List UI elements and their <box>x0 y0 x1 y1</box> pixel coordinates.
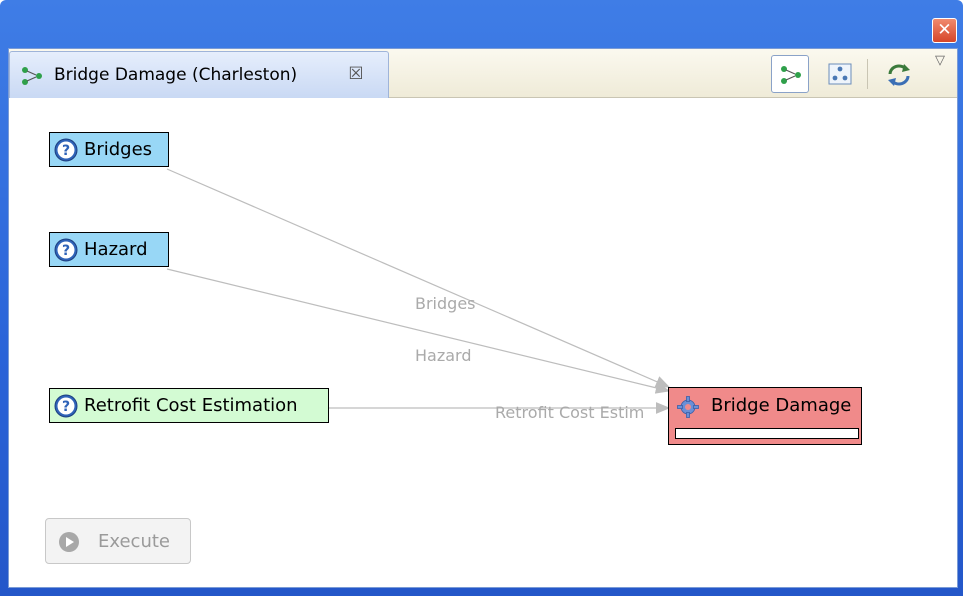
help-icon: ? <box>54 138 78 162</box>
view-menu-dropdown[interactable]: ▽ <box>929 53 951 71</box>
tree-layout-icon <box>828 63 852 85</box>
svg-text:?: ? <box>62 243 70 259</box>
execute-button[interactable]: Execute <box>45 518 191 564</box>
window-close-button[interactable]: ✕ <box>932 18 957 43</box>
graph-layout-button[interactable] <box>771 55 809 93</box>
svg-text:?: ? <box>62 143 70 159</box>
help-icon: ? <box>54 394 78 418</box>
refresh-button[interactable] <box>879 55 917 93</box>
tree-layout-button[interactable] <box>821 55 859 93</box>
edge-hazard <box>166 268 671 394</box>
node-label: Bridge Damage <box>711 395 852 416</box>
graph-canvas: Bridges Hazard Retrofit Cost Estim ? Bri… <box>9 99 957 587</box>
node-label: Bridges <box>84 139 153 160</box>
node-label: Retrofit Cost Estimation <box>84 395 298 416</box>
node-label: Hazard <box>84 239 148 260</box>
progress-bar <box>675 428 859 439</box>
toolbar-separator <box>867 59 868 89</box>
edge-label-bridges: Bridges <box>415 294 476 313</box>
tab-bar: Bridge Damage (Charleston) ☒ ▽ <box>9 49 957 98</box>
tab-bridge-damage[interactable]: Bridge Damage (Charleston) ☒ <box>9 51 389 98</box>
app-window: ✕ Bridge Damage (Charleston) ☒ ▽ Bridges… <box>0 0 963 596</box>
node-bridges[interactable]: ? Bridges <box>49 132 169 167</box>
node-hazard[interactable]: ? Hazard <box>49 232 169 267</box>
edge-label-hazard: Hazard <box>415 346 472 365</box>
tab-label: Bridge Damage (Charleston) <box>54 65 298 85</box>
graph-view-icon <box>22 67 42 85</box>
execute-label: Execute <box>98 531 170 552</box>
graph-edges <box>166 168 671 414</box>
play-icon <box>59 532 79 552</box>
tab-close-icon[interactable]: ☒ <box>346 64 366 84</box>
title-bar: ✕ <box>0 0 963 48</box>
edge-label-retrofit: Retrofit Cost Estim <box>495 403 645 422</box>
view-frame: Bridge Damage (Charleston) ☒ ▽ Bridges H… <box>8 48 958 588</box>
refresh-icon <box>888 64 910 86</box>
svg-text:?: ? <box>62 399 70 415</box>
node-retrofit-cost-estimation[interactable]: ? Retrofit Cost Estimation <box>49 388 329 423</box>
help-icon: ? <box>54 238 78 262</box>
graph-layout-icon <box>781 66 801 84</box>
gear-icon <box>677 396 699 418</box>
node-bridge-damage[interactable]: Bridge Damage <box>668 387 862 445</box>
